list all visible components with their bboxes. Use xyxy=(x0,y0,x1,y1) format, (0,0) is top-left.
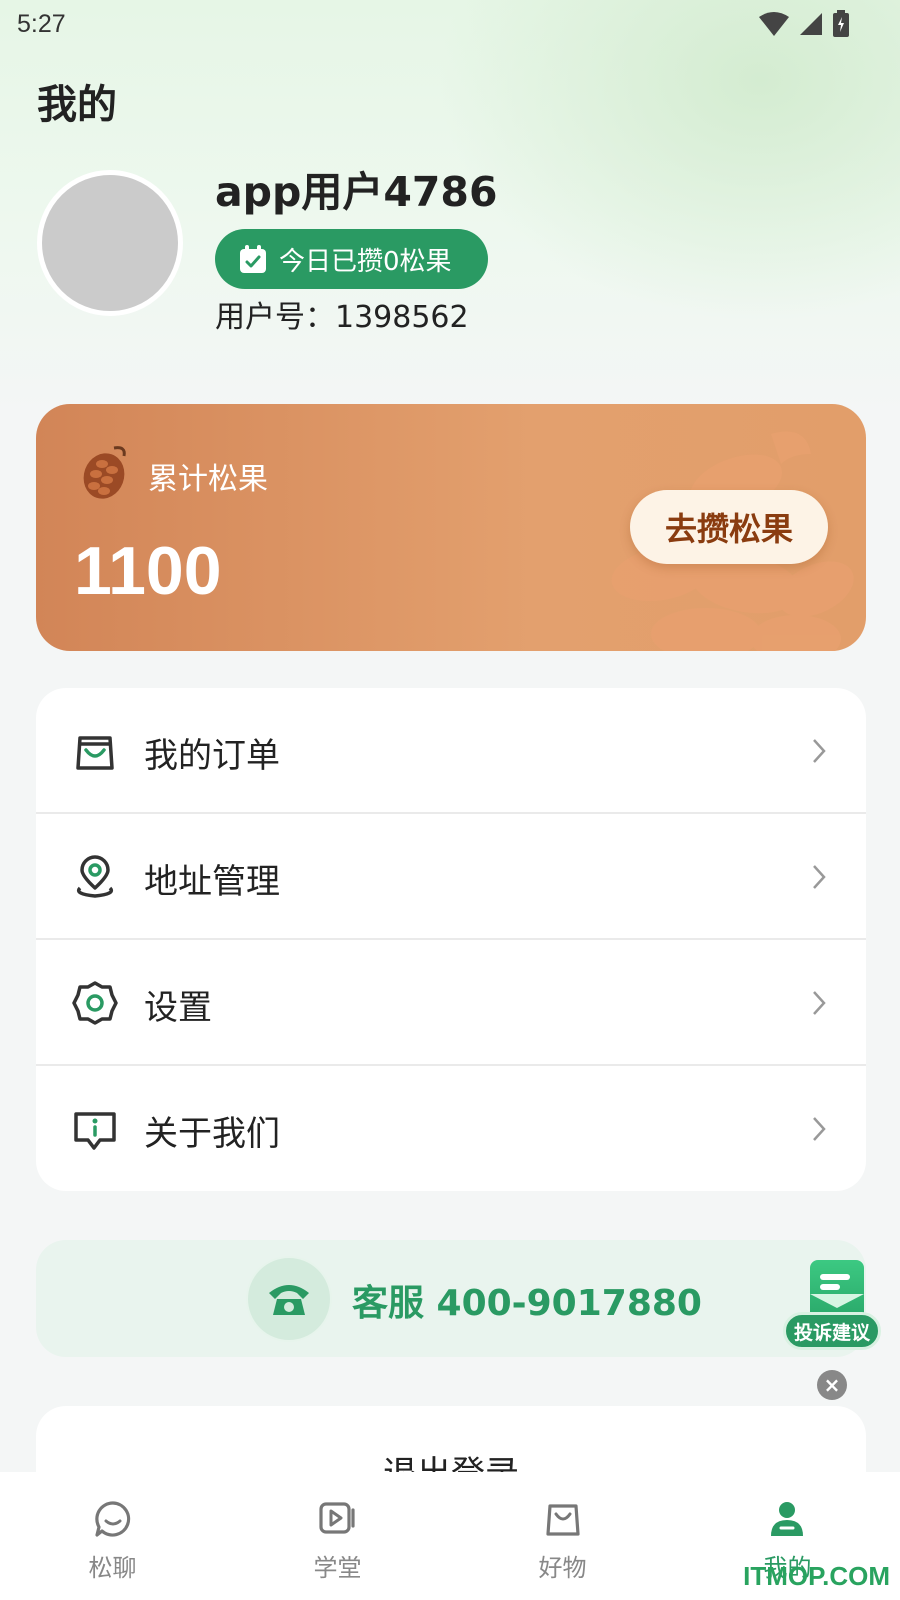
menu-item-address[interactable]: 地址管理 xyxy=(36,814,866,940)
username: app用户4786 xyxy=(215,168,498,216)
phone-icon-circle xyxy=(246,1256,332,1342)
feedback-envelope-icon xyxy=(810,1260,864,1320)
menu-list: 我的订单 地址管理 设置 关于我们 xyxy=(36,688,866,1191)
tab-goods[interactable]: 好物 xyxy=(450,1472,675,1600)
today-badge-text: 今日已攒0松果 xyxy=(279,246,452,277)
battery-icon xyxy=(833,10,849,37)
chevron-right-icon xyxy=(813,991,826,1015)
bag-icon xyxy=(546,1504,580,1536)
feedback-float-button[interactable]: 投诉建议 xyxy=(783,1260,883,1360)
tab-label: 松聊 xyxy=(88,1554,137,1582)
person-icon xyxy=(771,1502,803,1536)
gear-icon xyxy=(72,981,118,1025)
video-play-icon xyxy=(319,1502,355,1534)
info-message-icon xyxy=(74,1112,116,1150)
signal-icon xyxy=(800,13,822,35)
status-time: 5:27 xyxy=(17,10,66,38)
wifi-icon xyxy=(759,12,789,36)
status-bar: 5:27 xyxy=(0,0,900,48)
tab-label: 学堂 xyxy=(313,1554,362,1582)
menu-item-settings[interactable]: 设置 xyxy=(36,940,866,1066)
pinecone-total-label: 累计松果 xyxy=(148,462,268,497)
feedback-label: 投诉建议 xyxy=(783,1312,881,1350)
chevron-right-icon xyxy=(813,865,826,889)
menu-item-about[interactable]: 关于我们 xyxy=(36,1066,866,1191)
chevron-right-icon xyxy=(813,739,826,763)
chat-icon xyxy=(95,1501,131,1537)
watermark: ITMOP.COM xyxy=(743,1561,890,1591)
customer-service-bar[interactable]: 客服 400-9017880 xyxy=(36,1240,866,1357)
menu-item-orders[interactable]: 我的订单 xyxy=(36,688,866,814)
menu-label: 我的订单 xyxy=(144,736,280,776)
close-icon[interactable]: × xyxy=(817,1370,847,1400)
status-icons xyxy=(758,10,850,38)
tab-chat[interactable]: 松聊 xyxy=(0,1472,225,1600)
location-pin-icon xyxy=(76,855,114,898)
avatar[interactable] xyxy=(37,170,183,316)
today-pinecone-badge: 今日已攒0松果 xyxy=(215,229,488,289)
user-id: 用户号：1398562 xyxy=(215,300,469,335)
collect-pinecone-button[interactable]: 去攒松果 xyxy=(630,490,828,564)
page-title: 我的 xyxy=(37,82,117,128)
pinecone-icon xyxy=(83,446,126,499)
phone-icon xyxy=(269,1285,309,1315)
menu-label: 设置 xyxy=(144,988,212,1028)
menu-label: 关于我们 xyxy=(144,1114,280,1154)
chevron-right-icon xyxy=(813,1117,826,1141)
tab-school[interactable]: 学堂 xyxy=(225,1472,450,1600)
pinecone-total-value: 1100 xyxy=(74,533,222,609)
menu-label: 地址管理 xyxy=(144,862,280,902)
shopping-bag-icon xyxy=(76,736,114,770)
calendar-check-icon xyxy=(240,245,266,273)
pinecone-card: 累计松果 1100 去攒松果 xyxy=(36,404,866,651)
customer-service-text: 客服 400-9017880 xyxy=(352,1283,702,1324)
tab-label: 好物 xyxy=(538,1554,587,1582)
